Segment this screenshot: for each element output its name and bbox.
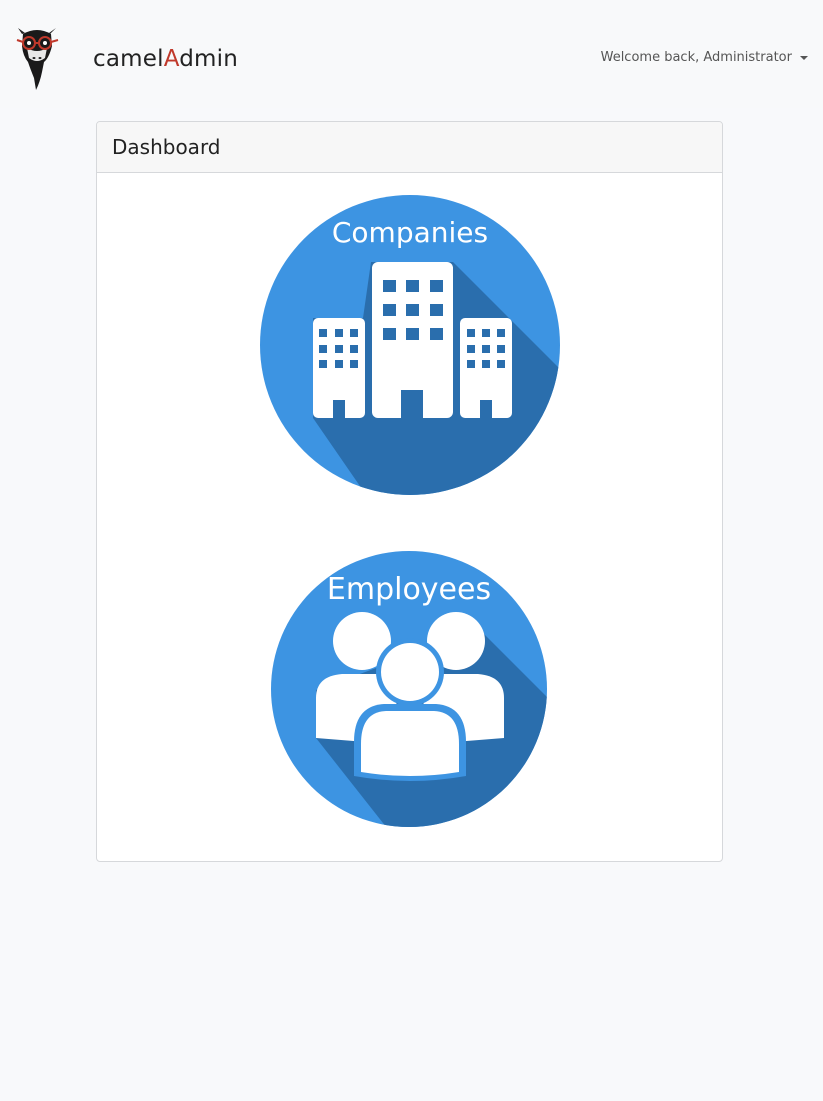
brand-accent: A (163, 46, 180, 72)
navbar: camelAdmin Welcome back, Administrator (0, 0, 823, 108)
brand-prefix: camel (93, 46, 164, 72)
companies-tile-link[interactable]: Companies (259, 194, 561, 496)
companies-tile-label: Companies (331, 216, 489, 249)
card-header: Dashboard (97, 122, 722, 173)
user-greeting: Welcome back, Administrator (600, 50, 792, 65)
employees-tile-label: Employees (326, 572, 492, 607)
user-dropdown-toggle[interactable]: Welcome back, Administrator (601, 50, 808, 65)
caret-down-icon (800, 55, 808, 60)
brand-link[interactable]: camelAdmin (93, 46, 238, 72)
employees-tile-link[interactable]: Employees (270, 550, 548, 828)
page-title: Dashboard (112, 135, 221, 159)
brand-suffix: dmin (179, 46, 238, 72)
camel-logo-icon[interactable] (14, 28, 62, 92)
dashboard-card: Dashboard Companies Employees (96, 121, 723, 862)
